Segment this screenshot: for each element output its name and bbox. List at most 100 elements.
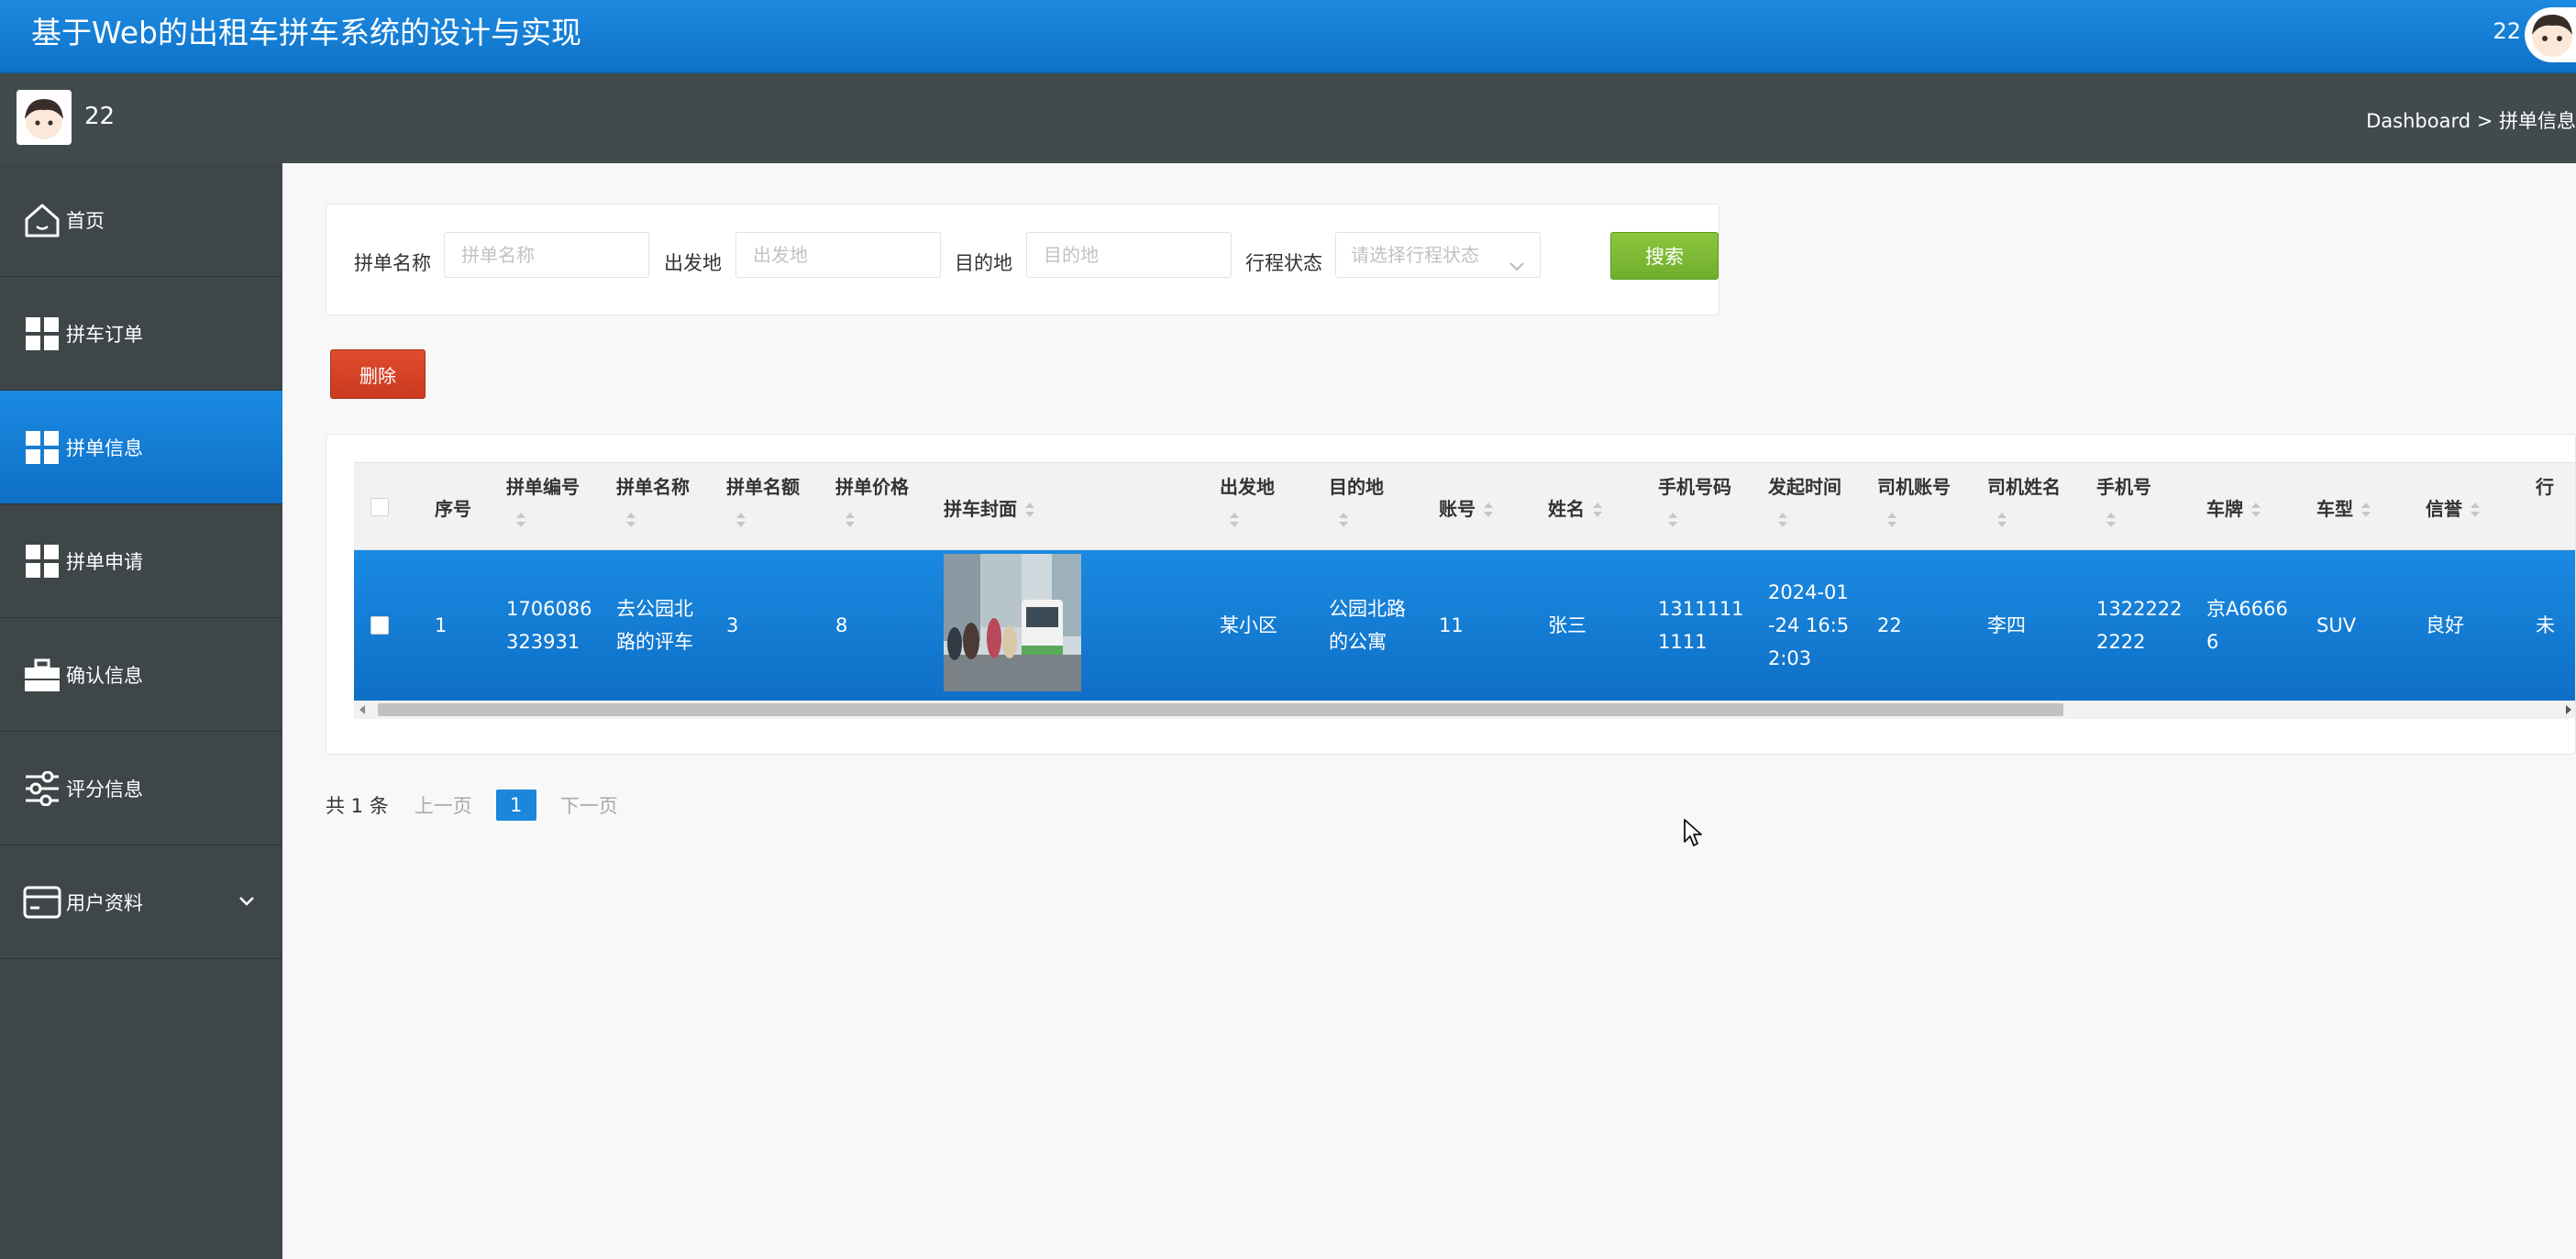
header-avatar[interactable]	[2525, 7, 2576, 62]
sort-icon[interactable]	[1024, 502, 1035, 519]
row-checkbox[interactable]	[370, 616, 389, 635]
sliders-icon	[22, 768, 62, 809]
th-phone[interactable]: 手机号码	[1658, 472, 1731, 499]
scroll-right-icon[interactable]	[2566, 705, 2571, 714]
mouse-cursor-icon	[1683, 818, 1703, 851]
th-name[interactable]: 拼单名称	[616, 472, 690, 499]
cell-time-line2: -24 16:5	[1768, 614, 1850, 636]
sidebar-item-confirm-info[interactable]: 确认信息	[0, 618, 282, 732]
th-code[interactable]: 拼单编号	[506, 472, 580, 499]
grid-icon	[22, 541, 62, 581]
pager-prev[interactable]: 上一页	[415, 791, 472, 819]
sort-icon[interactable]	[2360, 502, 2371, 519]
pager-total: 共 1 条	[326, 795, 389, 817]
pager-current-page[interactable]: 1	[495, 790, 536, 821]
th-cover[interactable]: 拼车封面	[944, 494, 1035, 521]
origin-search-input[interactable]	[735, 232, 941, 278]
th-origin[interactable]: 出发地	[1220, 472, 1275, 499]
th-price[interactable]: 拼单价格	[835, 472, 909, 499]
sidebar-item-label: 首页	[66, 209, 105, 232]
cell-time-line3: 2:03	[1768, 647, 1812, 669]
sort-icon[interactable]	[1229, 513, 1240, 529]
th-car-type[interactable]: 车型	[2316, 494, 2371, 521]
sort-icon[interactable]	[1996, 513, 2007, 529]
user-avatar[interactable]	[17, 90, 72, 145]
grid-icon	[22, 427, 62, 468]
th-dest[interactable]: 目的地	[1329, 472, 1384, 499]
sidebar-item-carpool-orders[interactable]: 拼车订单	[0, 277, 282, 391]
dest-search-input[interactable]	[1026, 232, 1232, 278]
th-driver-name[interactable]: 司机姓名	[1987, 472, 2061, 499]
top-header: 基于Web的出租车拼车系统的设计与实现 22	[0, 0, 2576, 73]
header-user-name[interactable]: 22	[2493, 18, 2521, 44]
sidebar-item-label: 评分信息	[66, 778, 143, 801]
dest-label: 目的地	[955, 252, 1012, 274]
sort-icon[interactable]	[1592, 502, 1603, 519]
sort-icon[interactable]	[515, 513, 526, 529]
cell-status: 未	[2536, 614, 2555, 636]
sidebar: 首页 拼车订单 拼单信息 拼单申请 确认信息 评分信息 用户资料	[0, 163, 282, 1259]
sort-icon[interactable]	[1667, 513, 1678, 529]
delete-button[interactable]: 删除	[330, 349, 426, 399]
sidebar-item-label: 拼单申请	[66, 550, 143, 573]
th-index: 序号	[435, 498, 471, 520]
th-realname[interactable]: 姓名	[1548, 494, 1603, 521]
sort-icon[interactable]	[735, 513, 746, 529]
sort-icon[interactable]	[1886, 513, 1897, 529]
origin-label: 出发地	[664, 252, 722, 274]
th-driver-phone[interactable]: 手机号	[2096, 472, 2151, 499]
sort-icon[interactable]	[845, 513, 856, 529]
cell-car-type: SUV	[2316, 614, 2357, 636]
sidebar-item-carpool-apply[interactable]: 拼单申请	[0, 504, 282, 618]
cell-name-line2: 路的评车	[616, 631, 693, 653]
status-label: 行程状态	[1245, 252, 1322, 274]
th-start-time[interactable]: 发起时间	[1768, 472, 1841, 499]
sidebar-item-label: 拼车订单	[66, 323, 143, 346]
pagination: 共 1 条 上一页 1 下一页	[326, 787, 642, 823]
cell-plate-line2: 6	[2206, 631, 2219, 653]
sort-icon[interactable]	[2106, 513, 2117, 529]
cell-dest-line1: 公园北路	[1329, 598, 1406, 620]
cell-name-line1: 去公园北	[616, 598, 693, 620]
th-cover-label: 拼车封面	[944, 498, 1017, 520]
sort-icon[interactable]	[2250, 502, 2261, 519]
sort-icon[interactable]	[1483, 502, 1494, 519]
sort-icon[interactable]	[1338, 513, 1349, 529]
cell-realname: 张三	[1548, 614, 1587, 636]
sidebar-item-rating-info[interactable]: 评分信息	[0, 732, 282, 845]
th-account[interactable]: 账号	[1439, 494, 1494, 521]
scroll-left-icon[interactable]	[359, 705, 365, 714]
sort-icon[interactable]	[625, 513, 636, 529]
cell-phone-line2: 1111	[1658, 631, 1708, 653]
th-status[interactable]: 行	[2536, 472, 2554, 499]
sort-icon[interactable]	[1777, 513, 1788, 529]
sidebar-item-carpool-info[interactable]: 拼单信息	[0, 391, 282, 504]
name-search-input[interactable]	[444, 232, 649, 278]
select-all-checkbox[interactable]	[370, 498, 389, 516]
cell-driver-phone-line2: 2222	[2096, 631, 2146, 653]
cell-phone-line1: 1311111	[1658, 598, 1744, 620]
th-plate[interactable]: 车牌	[2206, 494, 2261, 521]
th-driver-account[interactable]: 司机账号	[1877, 472, 1951, 499]
cell-quota: 3	[726, 614, 739, 636]
sidebar-item-home[interactable]: 首页	[0, 163, 282, 277]
data-table: 序号 拼单编号 拼单名称 拼单名额 拼单价格 拼车封面 出发地 目的地 账号 姓…	[354, 462, 2575, 728]
pager-next[interactable]: 下一页	[560, 791, 618, 819]
cell-time-line1: 2024-01	[1768, 581, 1849, 603]
table-row[interactable]: 1 1706086 323931 去公园北 路的评车 3 8 某小区 公园北路 …	[354, 550, 2575, 701]
th-quota[interactable]: 拼单名额	[726, 472, 800, 499]
cover-image[interactable]	[944, 554, 1081, 691]
search-button[interactable]: 搜索	[1610, 232, 1719, 280]
horizontal-scrollbar[interactable]	[354, 701, 2575, 719]
sidebar-item-user-profile[interactable]: 用户资料	[0, 845, 282, 959]
cell-origin: 某小区	[1220, 614, 1277, 636]
th-credit-label: 信誉	[2426, 498, 2462, 520]
status-select[interactable]: 请选择行程状态	[1335, 232, 1541, 278]
sort-icon[interactable]	[2470, 502, 2481, 519]
cell-code-line2: 323931	[506, 631, 580, 653]
scrollbar-thumb[interactable]	[378, 703, 2063, 716]
main-content: 拼单名称 出发地 目的地 行程状态 请选择行程状态 搜索 删除 序号 拼单编号 …	[284, 163, 2576, 1259]
cell-credit: 良好	[2426, 614, 2464, 636]
cell-code-line1: 1706086	[506, 598, 592, 620]
th-credit[interactable]: 信誉	[2426, 494, 2481, 521]
